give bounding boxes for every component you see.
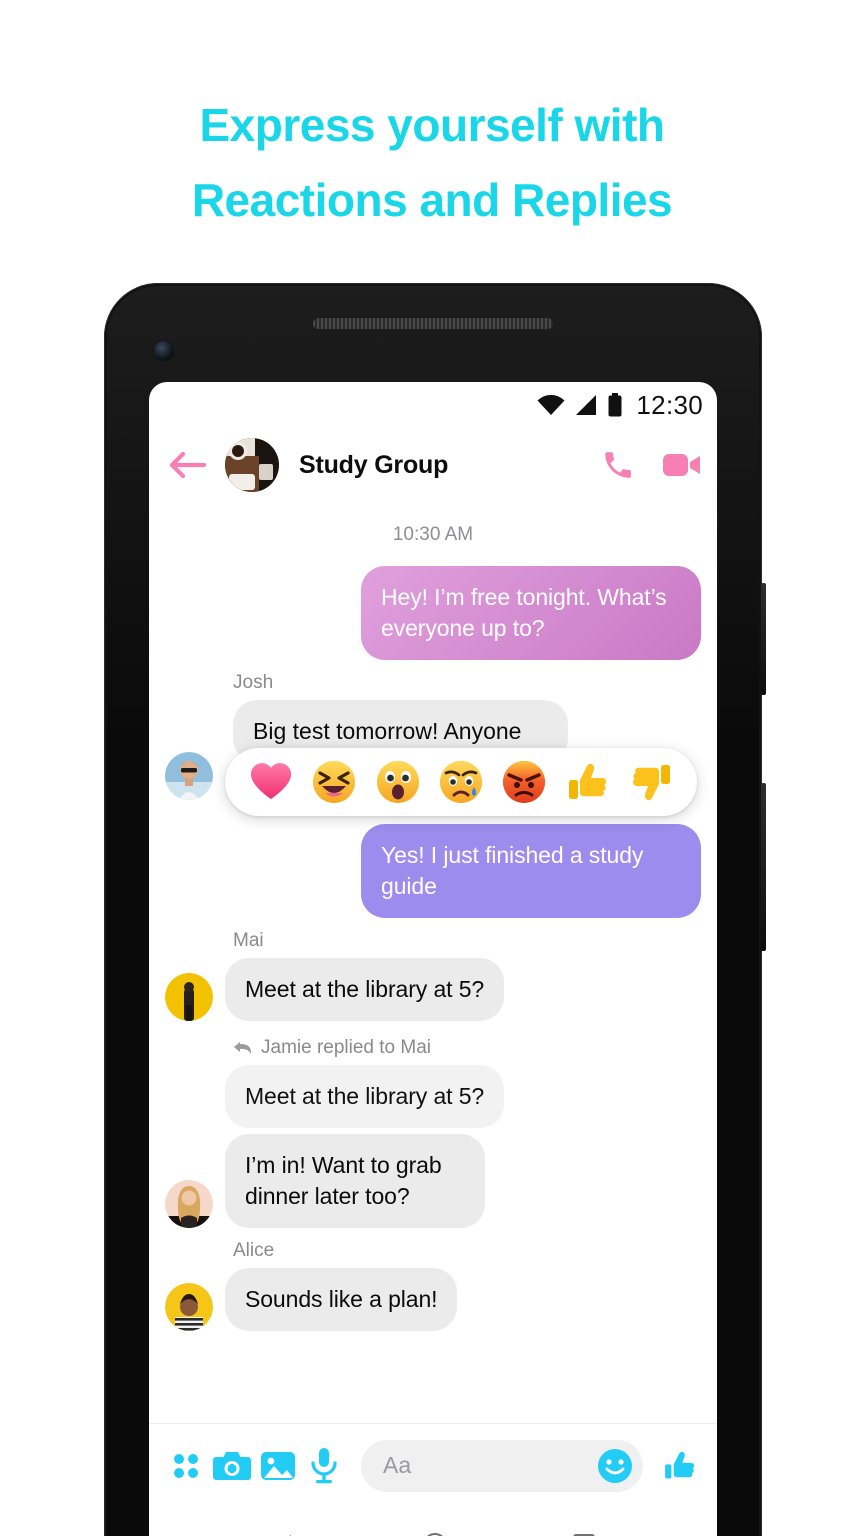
phone-call-icon[interactable] [601, 448, 635, 482]
back-arrow-icon[interactable] [169, 450, 207, 480]
message-bubble[interactable]: Sounds like a plan! [225, 1268, 458, 1331]
composer-toolbar: Aa [149, 1423, 717, 1507]
message-bubble[interactable]: Yes! I just finished a study guide [361, 824, 701, 918]
camera-icon[interactable] [209, 1450, 255, 1482]
quoted-message-bubble[interactable]: Meet at the library at 5? [225, 1065, 505, 1128]
status-bar-time: 12:30 [636, 389, 703, 420]
avatar[interactable] [225, 438, 279, 492]
headline-line-2: Reactions and Replies [191, 174, 673, 226]
avatar[interactable] [165, 752, 213, 800]
wow-reaction[interactable] [375, 759, 421, 805]
message-input-placeholder: Aa [383, 1452, 412, 1478]
front-camera-icon [154, 341, 174, 361]
smiley-face-icon[interactable] [597, 1448, 633, 1484]
message-bubble[interactable]: Meet at the library at 5? [225, 958, 505, 1021]
status-bar: 12:30 [149, 382, 717, 428]
thumbs-up-icon[interactable] [657, 1448, 703, 1484]
chat-header: Study Group [149, 428, 717, 502]
android-nav-bar [149, 1507, 717, 1536]
thumbs-up-reaction[interactable] [565, 759, 611, 805]
wifi-icon [537, 394, 565, 416]
nav-home-circle-icon[interactable] [420, 1530, 450, 1536]
angry-reaction[interactable] [501, 759, 547, 805]
message-thread: 10:30 AM Hey! I’m free tonight. What’s e… [149, 502, 717, 1423]
apps-grid-icon[interactable] [163, 1449, 209, 1483]
battery-icon [607, 393, 623, 417]
promo-screenshot: Express yourself with Reactions and Repl… [0, 0, 864, 1536]
nav-recents-square-icon[interactable] [571, 1532, 597, 1536]
reaction-picker[interactable] [225, 748, 697, 816]
message-bubble[interactable]: Hey! I’m free tonight. What’s everyone u… [361, 566, 701, 660]
message-row-incoming: Big test tomorrow! Anyone wanna study to… [165, 700, 701, 816]
power-button[interactable] [761, 583, 766, 695]
earpiece-speaker [313, 318, 553, 329]
gallery-icon[interactable] [255, 1450, 301, 1482]
microphone-icon[interactable] [301, 1447, 347, 1484]
phone-frame: 12:30 Study Group 10:30 AM Hey! I’m free… [104, 283, 766, 1536]
message-row-incoming: Meet at the library at 5? I’m in! Want t… [165, 1065, 701, 1228]
video-call-icon[interactable] [663, 450, 701, 480]
thumbs-down-reaction[interactable] [628, 759, 674, 805]
page-title: Express yourself with Reactions and Repl… [0, 88, 864, 238]
sender-label: Josh [233, 672, 274, 693]
message-input[interactable]: Aa [361, 1439, 643, 1492]
reply-indicator: Jamie replied to Mai [233, 1037, 701, 1059]
reply-arrow-icon [233, 1040, 253, 1056]
message-row-incoming: Meet at the library at 5? [165, 958, 701, 1021]
message-row-outgoing: Hey! I’m free tonight. What’s everyone u… [165, 566, 701, 660]
avatar[interactable] [165, 973, 213, 1021]
phone-screen: 12:30 Study Group 10:30 AM Hey! I’m free… [149, 382, 717, 1536]
reply-label-text: Jamie replied to Mai [261, 1037, 432, 1058]
nav-back-triangle-icon[interactable] [269, 1530, 299, 1536]
avatar[interactable] [165, 1283, 213, 1331]
conversation-title: Study Group [299, 450, 449, 479]
message-row-incoming: Sounds like a plan! [165, 1268, 701, 1331]
avatar[interactable] [165, 1180, 213, 1228]
thread-timestamp: 10:30 AM [392, 524, 474, 545]
heart-reaction[interactable] [248, 759, 294, 805]
sender-label: Alice [233, 1240, 275, 1261]
sad-reaction[interactable] [438, 759, 484, 805]
laughing-reaction[interactable] [311, 759, 357, 805]
cellular-signal-icon [574, 394, 598, 416]
volume-button[interactable] [761, 783, 766, 951]
message-row-outgoing: Yes! I just finished a study guide [165, 824, 701, 918]
headline-line-1: Express yourself with [199, 99, 666, 151]
sender-label: Mai [233, 930, 264, 951]
message-bubble[interactable]: I’m in! Want to grab dinner later too? [225, 1134, 485, 1228]
